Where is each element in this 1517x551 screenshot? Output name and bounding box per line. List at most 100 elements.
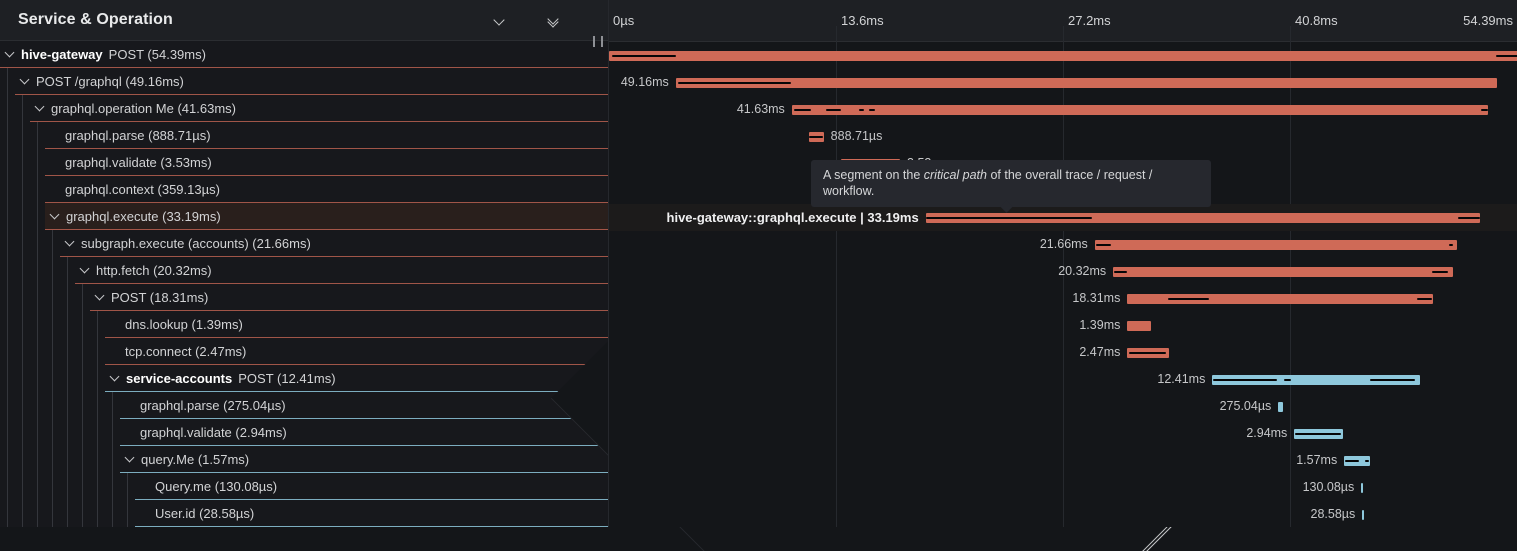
- critical-path-segment[interactable]: [1114, 271, 1127, 273]
- span-tree-row[interactable]: User.id (28.58µs): [0, 500, 608, 527]
- span-tree-row[interactable]: Query.me (130.08µs): [0, 473, 608, 500]
- span-tree-row[interactable]: http.fetch (20.32ms): [0, 257, 608, 284]
- span-tree-row[interactable]: hive-gatewayPOST (54.39ms): [0, 41, 608, 68]
- span-name-cell[interactable]: graphql.validate (2.94ms): [120, 419, 608, 446]
- timeline-row[interactable]: 1.57ms: [609, 447, 1517, 474]
- critical-path-segment[interactable]: [1432, 271, 1448, 273]
- critical-path-segment[interactable]: [859, 109, 865, 111]
- span-name-cell[interactable]: graphql.context (359.13µs): [45, 176, 608, 203]
- span-name-cell[interactable]: dns.lookup (1.39ms): [105, 311, 608, 338]
- span-bar[interactable]: [1344, 456, 1370, 466]
- span-collapse-chevron-icon[interactable]: [35, 102, 45, 112]
- timeline-row[interactable]: 888.71µs: [609, 123, 1517, 150]
- critical-path-segment[interactable]: [794, 109, 811, 111]
- critical-path-segment[interactable]: [1370, 379, 1415, 381]
- timeline-row[interactable]: [609, 42, 1517, 69]
- timeline-row[interactable]: 18.31ms: [609, 285, 1517, 312]
- critical-path-segment[interactable]: [1096, 244, 1111, 246]
- collapse-one-level-button[interactable]: [524, 12, 528, 28]
- span-name-cell[interactable]: http.fetch (20.32ms): [75, 257, 608, 284]
- critical-path-segment[interactable]: [926, 217, 1093, 219]
- span-bar[interactable]: [1278, 402, 1283, 412]
- critical-path-segment[interactable]: [1449, 244, 1454, 246]
- span-tree-row[interactable]: dns.lookup (1.39ms): [0, 311, 608, 338]
- span-collapse-chevron-icon[interactable]: [65, 237, 75, 247]
- span-tree-row[interactable]: service-accountsPOST (12.41ms): [0, 365, 608, 392]
- timeline-row[interactable]: 49.16ms: [609, 69, 1517, 96]
- span-bar[interactable]: [1362, 510, 1364, 520]
- timeline-row[interactable]: hive-gateway::graphql.execute | 33.19ms: [609, 204, 1517, 231]
- span-bar[interactable]: [1095, 240, 1457, 250]
- timeline-row[interactable]: 12.41ms: [609, 366, 1517, 393]
- span-collapse-chevron-icon[interactable]: [95, 291, 105, 301]
- span-bar[interactable]: [1113, 267, 1453, 277]
- span-name-cell[interactable]: query.Me (1.57ms): [120, 446, 608, 473]
- span-bar[interactable]: [1294, 429, 1343, 439]
- critical-path-segment[interactable]: [678, 82, 791, 84]
- critical-path-segment[interactable]: [1458, 217, 1480, 219]
- timeline-row[interactable]: 28.58µs: [609, 501, 1517, 528]
- span-tree-row[interactable]: subgraph.execute (accounts) (21.66ms): [0, 230, 608, 257]
- critical-path-segment[interactable]: [1129, 352, 1166, 354]
- critical-path-segment[interactable]: [1496, 55, 1517, 57]
- critical-path-segment[interactable]: [1365, 460, 1369, 462]
- timeline-row[interactable]: 41.63ms: [609, 96, 1517, 123]
- span-tree-row[interactable]: graphql.operation Me (41.63ms): [0, 95, 608, 122]
- span-bar[interactable]: [676, 78, 1498, 88]
- critical-path-segment[interactable]: [1284, 379, 1292, 381]
- span-collapse-chevron-icon[interactable]: [5, 48, 15, 58]
- span-name-cell[interactable]: tcp.connect (2.47ms): [105, 338, 608, 365]
- critical-path-segment[interactable]: [826, 109, 841, 111]
- span-collapse-chevron-icon[interactable]: [125, 453, 135, 463]
- span-bar[interactable]: [1127, 321, 1150, 331]
- expand-all-button[interactable]: [547, 12, 559, 28]
- span-name-cell[interactable]: graphql.parse (888.71µs): [45, 122, 608, 149]
- span-name-cell[interactable]: hive-gatewayPOST (54.39ms): [0, 41, 608, 68]
- critical-path-segment[interactable]: [809, 136, 823, 138]
- span-tree-row[interactable]: POST /graphql (49.16ms): [0, 68, 608, 95]
- critical-path-segment[interactable]: [1168, 298, 1209, 300]
- span-name-cell[interactable]: POST /graphql (49.16ms): [15, 68, 608, 95]
- timeline-row[interactable]: 275.04µs: [609, 393, 1517, 420]
- span-tree-row[interactable]: graphql.validate (2.94ms): [0, 419, 608, 446]
- span-bar[interactable]: [1212, 375, 1419, 385]
- span-tree-row[interactable]: query.Me (1.57ms): [0, 446, 608, 473]
- span-collapse-chevron-icon[interactable]: [110, 372, 120, 382]
- span-tree-row[interactable]: graphql.parse (275.04µs): [0, 392, 608, 419]
- span-bar[interactable]: [1361, 483, 1363, 493]
- timeline-row[interactable]: 1.39ms: [609, 312, 1517, 339]
- critical-path-segment[interactable]: [869, 109, 875, 111]
- span-name-cell[interactable]: graphql.validate (3.53ms): [45, 149, 608, 176]
- span-tree-row[interactable]: tcp.connect (2.47ms): [0, 338, 608, 365]
- span-name-cell[interactable]: subgraph.execute (accounts) (21.66ms): [60, 230, 608, 257]
- span-tree-row[interactable]: POST (18.31ms): [0, 284, 608, 311]
- span-tree-row[interactable]: graphql.validate (3.53ms): [0, 149, 608, 176]
- span-bar[interactable]: [1127, 294, 1433, 304]
- span-tree-row[interactable]: graphql.context (359.13µs): [0, 176, 608, 203]
- critical-path-segment[interactable]: [1345, 460, 1359, 462]
- span-name-cell[interactable]: Query.me (130.08µs): [135, 473, 608, 500]
- panel-resize-handle[interactable]: [593, 36, 603, 47]
- span-name-cell[interactable]: service-accountsPOST (12.41ms): [105, 365, 608, 392]
- critical-path-segment[interactable]: [1417, 298, 1432, 300]
- span-tree-row[interactable]: graphql.parse (888.71µs): [0, 122, 608, 149]
- span-tree-row[interactable]: graphql.execute (33.19ms): [0, 203, 608, 230]
- span-collapse-chevron-icon[interactable]: [20, 75, 30, 85]
- span-bar[interactable]: [792, 105, 1488, 115]
- span-bar[interactable]: [926, 213, 1481, 223]
- timeline-row[interactable]: 20.32ms: [609, 258, 1517, 285]
- span-name-cell[interactable]: graphql.parse (275.04µs): [120, 392, 608, 419]
- timeline-row[interactable]: 21.66ms: [609, 231, 1517, 258]
- critical-path-segment[interactable]: [1481, 109, 1487, 111]
- critical-path-segment[interactable]: [1295, 433, 1341, 435]
- critical-path-segment[interactable]: [1213, 379, 1277, 381]
- timeline-row[interactable]: 2.94ms: [609, 420, 1517, 447]
- critical-path-segment[interactable]: [612, 55, 676, 57]
- span-name-cell[interactable]: graphql.operation Me (41.63ms): [30, 95, 608, 122]
- span-bar[interactable]: [609, 51, 1517, 61]
- span-collapse-chevron-icon[interactable]: [80, 264, 90, 274]
- span-collapse-chevron-icon[interactable]: [50, 210, 60, 220]
- span-bar[interactable]: [1127, 348, 1168, 358]
- span-name-cell[interactable]: POST (18.31ms): [90, 284, 608, 311]
- span-name-cell[interactable]: graphql.execute (33.19ms): [45, 203, 608, 230]
